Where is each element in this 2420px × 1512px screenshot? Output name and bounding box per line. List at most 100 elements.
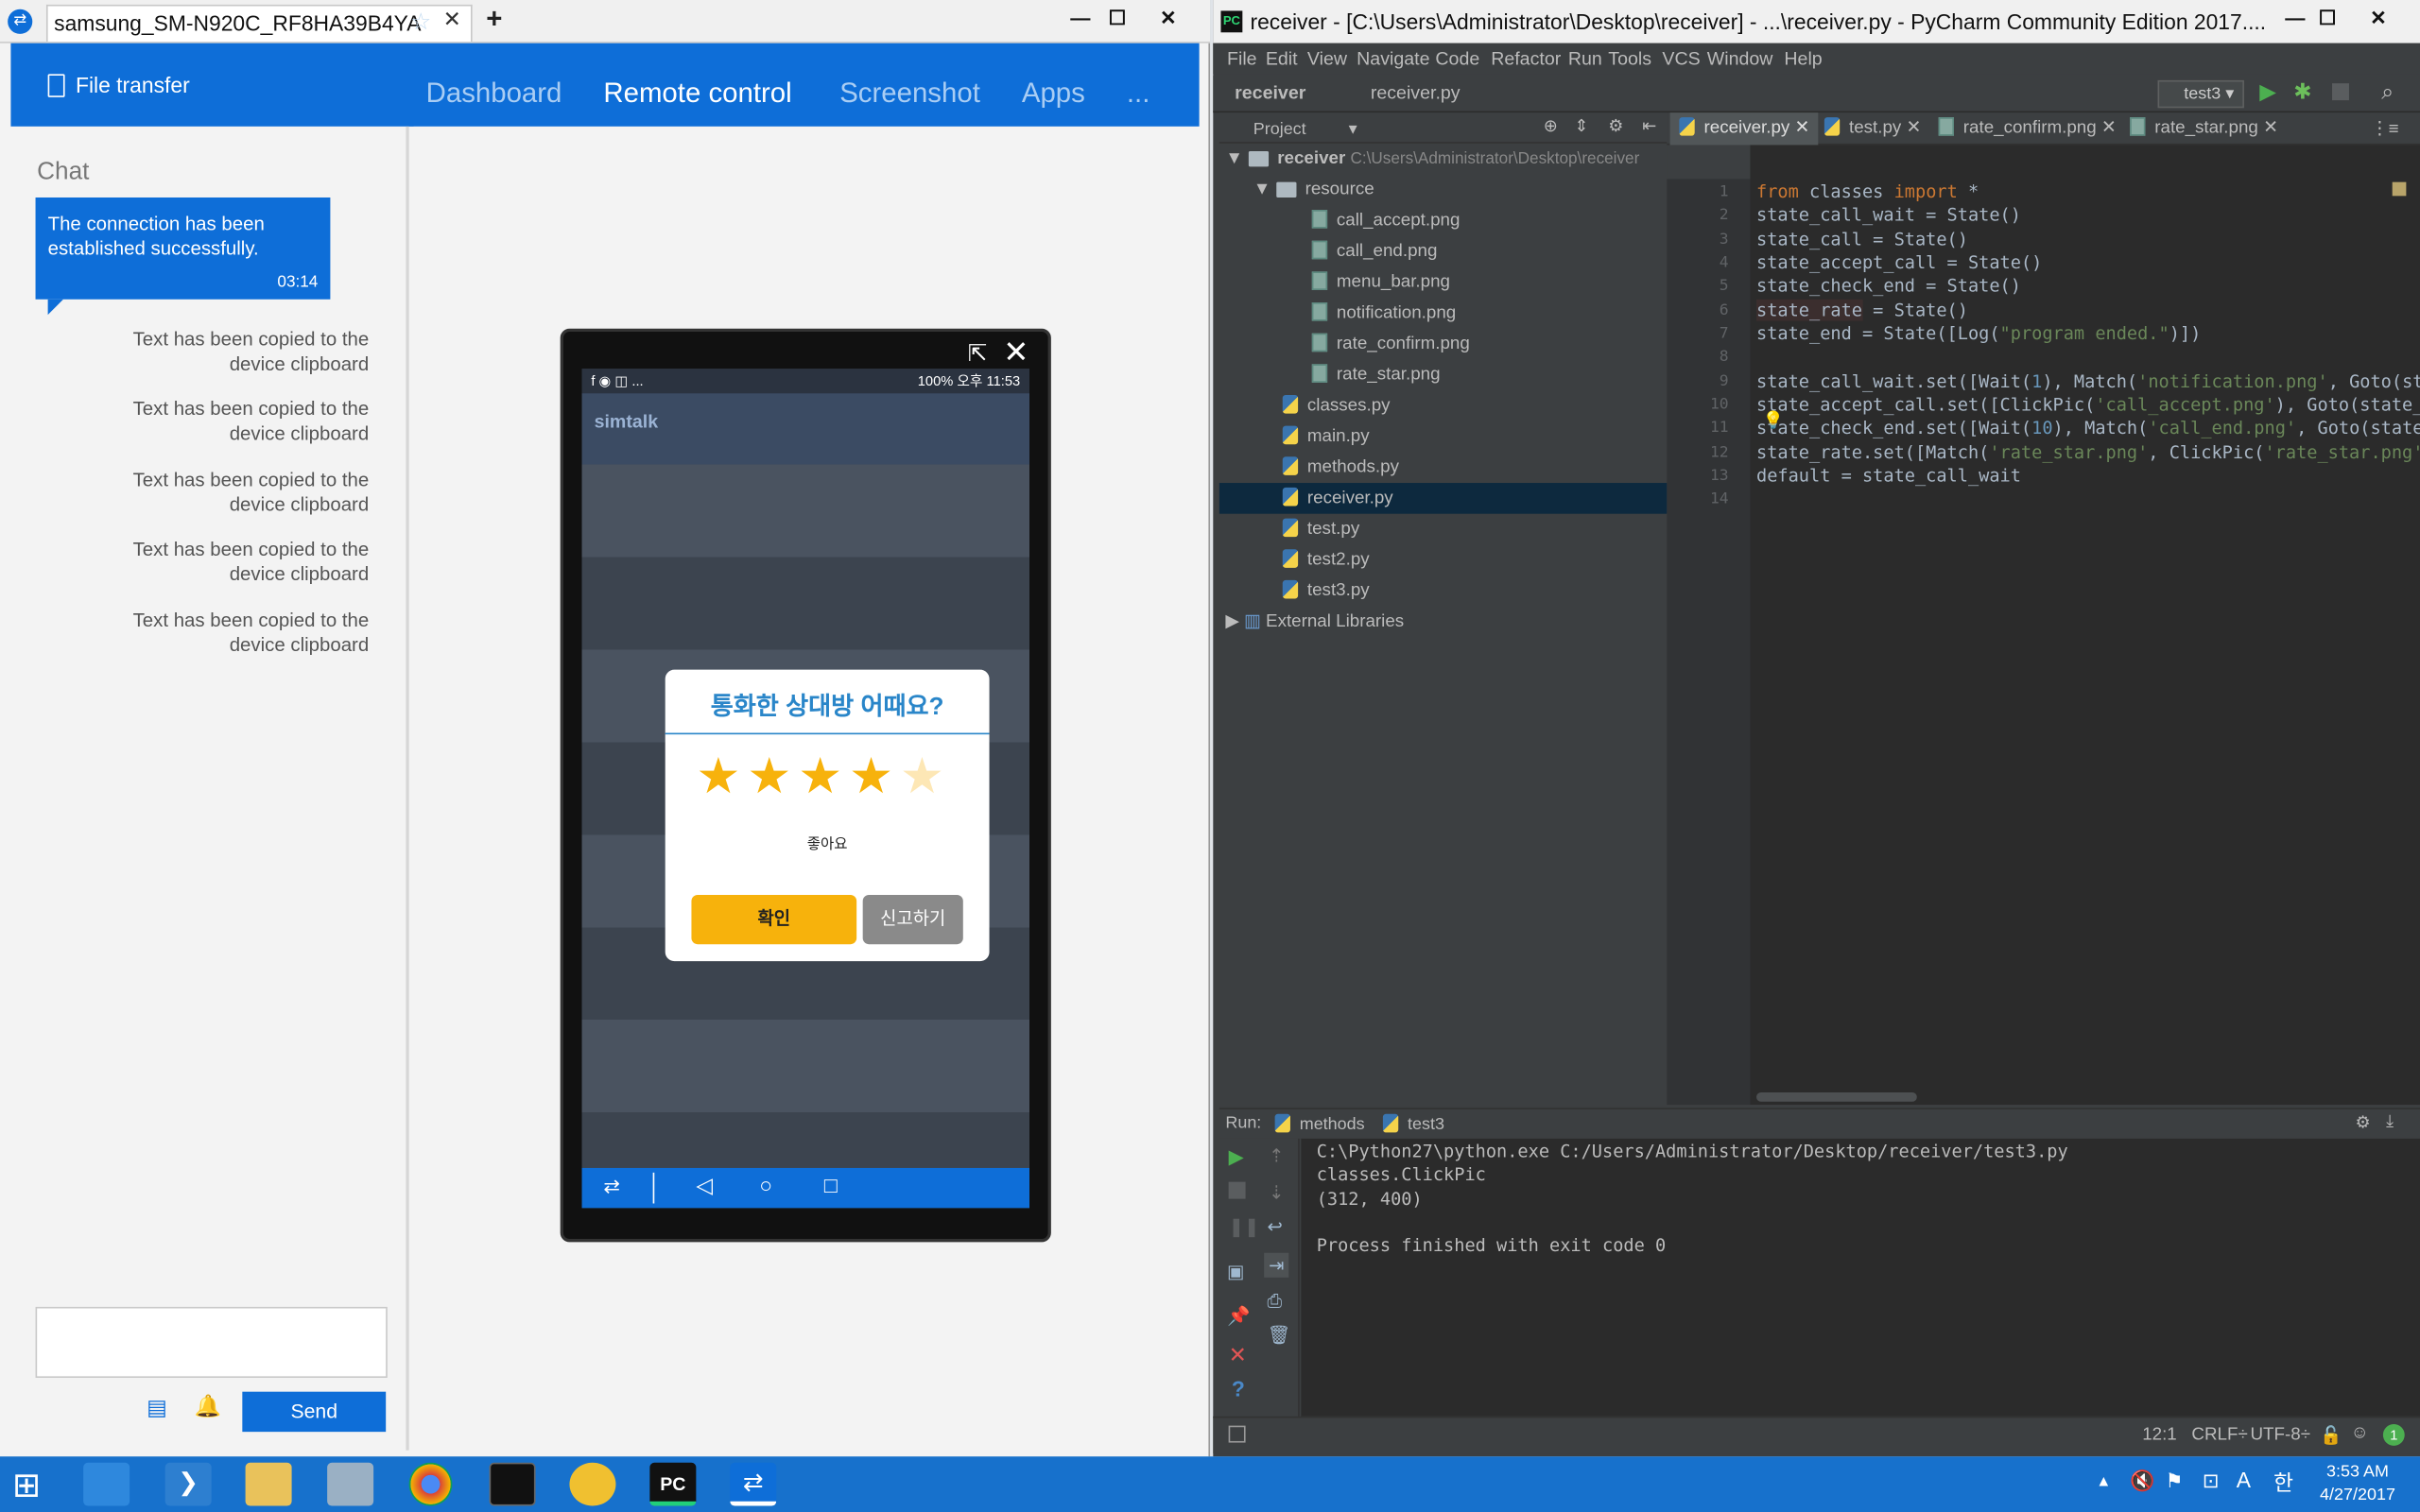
home-icon[interactable]: ○ [759,1173,772,1197]
tree-root[interactable]: ▼ receiver C:\Users\Administrator\Deskto… [1219,144,1667,175]
system-clock[interactable]: 3:53 AM 4/27/2017 [2320,1461,2395,1507]
menu-edit[interactable]: Edit [1266,48,1298,70]
clear-trash-icon[interactable]: 🗑 [1267,1324,1290,1346]
tree-item[interactable]: test3.py [1219,576,1667,607]
horizontal-scrollbar[interactable] [1756,1091,1917,1102]
project-view-select[interactable]: Project ▾ [1253,119,1357,139]
run-console[interactable]: C:\Python27\python.exe C:/Users/Administ… [1301,1138,2420,1417]
tab-receiver-py[interactable]: receiver.py ✕ [1669,112,1820,146]
tree-item[interactable]: notification.png [1219,298,1667,329]
tree-item[interactable]: rate_confirm.png [1219,329,1667,360]
pin-icon[interactable]: 📌 [1227,1305,1250,1327]
close-window-button[interactable]: ✕ [1145,2,1191,39]
pause-icon[interactable]: ❚❚ [1229,1216,1260,1238]
tray-network-icon[interactable]: ⊡ [2203,1469,2220,1493]
device-tab[interactable]: samsung_SM-N920C_RF8HA39B4YA [45,4,473,43]
menu-help[interactable]: Help [1784,48,1822,70]
menu-run[interactable]: Run [1568,48,1602,70]
chat-input[interactable] [35,1306,388,1379]
lightbulb-icon[interactable]: 💡 [1763,410,1784,430]
tree-item[interactable]: test.py [1219,514,1667,545]
line-separator[interactable]: CRLF÷ [2191,1426,2247,1445]
run-tab-methods[interactable]: methods [1274,1113,1365,1134]
tab-rate-confirm[interactable]: rate_confirm.png ✕ [1929,112,2126,145]
clipboard-icon[interactable]: ▤ [147,1395,167,1421]
menu-file[interactable]: File [1227,48,1257,70]
pc-close-button[interactable]: ✕ [2356,2,2402,39]
star-icon[interactable]: ★ [696,747,747,805]
close-run-icon[interactable]: ✕ [1229,1342,1247,1368]
new-tab-icon[interactable]: + [486,3,502,35]
code-editor[interactable]: from classes import * state_call_wait = … [1750,145,2420,1106]
tree-item[interactable]: main.py [1219,421,1667,453]
hide-panel-icon[interactable]: ⤓ [2386,1112,2394,1132]
favorite-star-icon[interactable]: ☆ [410,8,431,36]
teamviewer-app-icon[interactable]: ⇄ [8,9,33,34]
tree-item[interactable]: menu_bar.png [1219,266,1667,298]
maximize-button[interactable]: ☐ [1095,2,1141,39]
tree-item[interactable]: rate_star.png [1219,359,1667,390]
powershell-icon[interactable]: ❯ [164,1462,212,1506]
pc-maximize-button[interactable]: ☐ [2305,2,2351,39]
menu-window[interactable]: Window [1707,48,1773,70]
tray-flag-icon[interactable]: ⚑ [2166,1469,2184,1493]
breadcrumb-file[interactable]: receiver.py [1371,82,1461,104]
star-icon[interactable]: ★ [900,747,951,805]
tab-rate-star[interactable]: rate_star.png ✕ [2120,112,2287,145]
report-button[interactable]: 신고하기 [862,894,963,945]
print-icon[interactable]: ⎙ [1267,1290,1282,1313]
run-icon[interactable]: ▶ [2259,78,2276,105]
run-config-select[interactable]: test3 ▾ [2157,79,2244,109]
tray-korean-ime-icon[interactable]: 한 [2273,1468,2293,1499]
tool-windows-icon[interactable] [1228,1425,1246,1443]
tree-external-libraries[interactable]: ▶ ▥ External Libraries [1219,607,1667,638]
server-manager-icon[interactable] [83,1462,130,1506]
stop-icon[interactable] [2332,83,2349,101]
tray-ime-icon[interactable]: A [2237,1468,2251,1492]
rerun-icon[interactable]: ▶ [1229,1144,1244,1169]
phone-screen[interactable]: f ◉ ◫ ... 100% 오후 11:53 simtalk ⇄ ◁ ○ □ … [581,369,1030,1209]
menu-code[interactable]: Code [1435,48,1479,70]
network-icon[interactable] [327,1462,374,1506]
lock-icon[interactable]: 🔓 [2320,1424,2342,1446]
popout-icon[interactable]: ⇱ [968,339,988,368]
chrome-icon[interactable] [408,1462,453,1506]
recents-icon[interactable]: □ [824,1173,838,1197]
start-windows-icon[interactable]: ⊞ [12,1466,41,1505]
tree-item[interactable]: call_accept.png [1219,205,1667,236]
inspector-icon[interactable]: ☺ [2351,1424,2369,1443]
paint-icon[interactable] [569,1462,616,1506]
teamviewer-icon[interactable]: ⇄ [603,1174,620,1198]
menu-navigate[interactable]: Navigate [1357,48,1429,70]
tree-item[interactable]: call_end.png [1219,236,1667,267]
tabs-overflow-icon[interactable]: ⋮≡ [2371,117,2399,139]
scroll-up-icon[interactable]: ⇡ [1269,1144,1284,1166]
confirm-button[interactable]: 확인 [691,894,857,945]
caret-position[interactable]: 12:1 [2142,1426,2177,1445]
scroll-to-end-icon[interactable]: ⇥ [1264,1252,1289,1278]
pycharm-taskbar-icon[interactable]: PC [649,1462,697,1506]
tree-item[interactable]: methods.py [1219,452,1667,483]
soft-wrap-icon[interactable]: ↩ [1267,1216,1282,1238]
file-transfer-button[interactable]: File transfer [47,43,190,127]
debug-icon[interactable]: ✱ [2293,78,2311,105]
restore-layout-icon[interactable]: ▣ [1227,1261,1245,1282]
tree-item-selected[interactable]: receiver.py [1219,483,1668,514]
star-icon[interactable]: ★ [747,747,798,805]
inspection-indicator[interactable] [2392,181,2407,197]
search-icon[interactable]: ⌕ [2381,78,2394,105]
star-rating[interactable]: ★ ★ ★ ★ ★ [696,747,959,808]
help-icon[interactable]: ? [1232,1376,1245,1400]
tab-close-icon[interactable]: ✕ [443,7,461,33]
locate-icon[interactable]: ⊕ [1544,115,1558,136]
run-stop-icon[interactable] [1228,1181,1246,1199]
tray-volume-icon[interactable]: 🔇 [2130,1469,2154,1493]
file-encoding[interactable]: UTF-8÷ [2250,1426,2310,1445]
scroll-down-icon[interactable]: ⇣ [1269,1182,1284,1204]
star-icon[interactable]: ★ [798,747,849,805]
menu-refactor[interactable]: Refactor [1491,48,1561,70]
menu-view[interactable]: View [1307,48,1347,70]
menu-vcs[interactable]: VCS [1662,48,1700,70]
tree-folder-resource[interactable]: ▼ resource [1219,174,1667,205]
run-settings-gear-icon[interactable]: ⚙ [2356,1112,2371,1133]
